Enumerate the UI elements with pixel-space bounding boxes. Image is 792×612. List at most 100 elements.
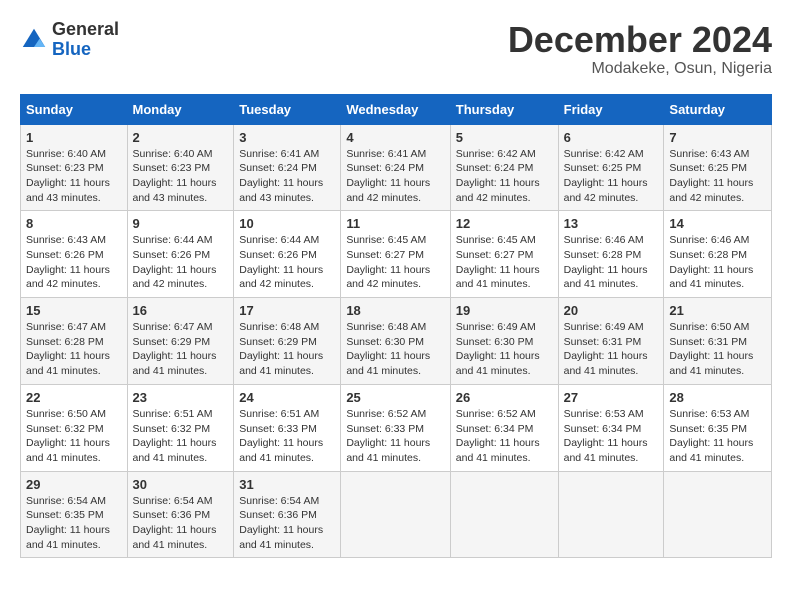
calendar-cell: 19 Sunrise: 6:49 AM Sunset: 6:30 PM Dayl… [450, 298, 558, 385]
calendar-week-3: 15 Sunrise: 6:47 AM Sunset: 6:28 PM Dayl… [21, 298, 772, 385]
calendar-cell [558, 471, 664, 558]
day-number: 29 [26, 477, 122, 492]
day-info: Sunrise: 6:53 AM Sunset: 6:35 PM Dayligh… [669, 407, 766, 466]
calendar-cell [341, 471, 450, 558]
header-monday: Monday [127, 94, 234, 124]
day-number: 22 [26, 390, 122, 405]
calendar-cell [664, 471, 772, 558]
day-info: Sunrise: 6:52 AM Sunset: 6:34 PM Dayligh… [456, 407, 553, 466]
day-number: 10 [239, 216, 335, 231]
day-number: 19 [456, 303, 553, 318]
day-number: 3 [239, 130, 335, 145]
day-number: 13 [564, 216, 659, 231]
day-info: Sunrise: 6:40 AM Sunset: 6:23 PM Dayligh… [133, 147, 229, 206]
day-info: Sunrise: 6:54 AM Sunset: 6:35 PM Dayligh… [26, 494, 122, 553]
logo-icon [20, 26, 48, 54]
calendar-cell: 12 Sunrise: 6:45 AM Sunset: 6:27 PM Dayl… [450, 211, 558, 298]
day-number: 24 [239, 390, 335, 405]
location: Modakeke, Osun, Nigeria [508, 60, 772, 78]
day-info: Sunrise: 6:49 AM Sunset: 6:30 PM Dayligh… [456, 320, 553, 379]
calendar-week-1: 1 Sunrise: 6:40 AM Sunset: 6:23 PM Dayli… [21, 124, 772, 211]
day-info: Sunrise: 6:44 AM Sunset: 6:26 PM Dayligh… [133, 233, 229, 292]
day-number: 28 [669, 390, 766, 405]
day-number: 4 [346, 130, 444, 145]
day-info: Sunrise: 6:51 AM Sunset: 6:33 PM Dayligh… [239, 407, 335, 466]
day-number: 21 [669, 303, 766, 318]
calendar-cell: 29 Sunrise: 6:54 AM Sunset: 6:35 PM Dayl… [21, 471, 128, 558]
day-info: Sunrise: 6:48 AM Sunset: 6:29 PM Dayligh… [239, 320, 335, 379]
calendar-cell: 18 Sunrise: 6:48 AM Sunset: 6:30 PM Dayl… [341, 298, 450, 385]
calendar-cell: 14 Sunrise: 6:46 AM Sunset: 6:28 PM Dayl… [664, 211, 772, 298]
day-info: Sunrise: 6:43 AM Sunset: 6:25 PM Dayligh… [669, 147, 766, 206]
page-header: General Blue December 2024 Modakeke, Osu… [20, 20, 772, 78]
logo-blue-text: Blue [52, 39, 91, 59]
calendar-week-4: 22 Sunrise: 6:50 AM Sunset: 6:32 PM Dayl… [21, 384, 772, 471]
calendar-week-2: 8 Sunrise: 6:43 AM Sunset: 6:26 PM Dayli… [21, 211, 772, 298]
header-wednesday: Wednesday [341, 94, 450, 124]
calendar-cell: 20 Sunrise: 6:49 AM Sunset: 6:31 PM Dayl… [558, 298, 664, 385]
day-number: 25 [346, 390, 444, 405]
logo: General Blue [20, 20, 119, 60]
day-info: Sunrise: 6:47 AM Sunset: 6:29 PM Dayligh… [133, 320, 229, 379]
calendar-cell: 28 Sunrise: 6:53 AM Sunset: 6:35 PM Dayl… [664, 384, 772, 471]
day-number: 1 [26, 130, 122, 145]
day-info: Sunrise: 6:40 AM Sunset: 6:23 PM Dayligh… [26, 147, 122, 206]
day-number: 12 [456, 216, 553, 231]
day-number: 17 [239, 303, 335, 318]
calendar-cell: 30 Sunrise: 6:54 AM Sunset: 6:36 PM Dayl… [127, 471, 234, 558]
calendar-cell: 3 Sunrise: 6:41 AM Sunset: 6:24 PM Dayli… [234, 124, 341, 211]
day-info: Sunrise: 6:41 AM Sunset: 6:24 PM Dayligh… [346, 147, 444, 206]
calendar-cell: 16 Sunrise: 6:47 AM Sunset: 6:29 PM Dayl… [127, 298, 234, 385]
calendar-cell: 17 Sunrise: 6:48 AM Sunset: 6:29 PM Dayl… [234, 298, 341, 385]
calendar-cell: 5 Sunrise: 6:42 AM Sunset: 6:24 PM Dayli… [450, 124, 558, 211]
day-number: 23 [133, 390, 229, 405]
day-info: Sunrise: 6:42 AM Sunset: 6:24 PM Dayligh… [456, 147, 553, 206]
day-info: Sunrise: 6:49 AM Sunset: 6:31 PM Dayligh… [564, 320, 659, 379]
day-info: Sunrise: 6:46 AM Sunset: 6:28 PM Dayligh… [669, 233, 766, 292]
day-info: Sunrise: 6:44 AM Sunset: 6:26 PM Dayligh… [239, 233, 335, 292]
title-section: December 2024 Modakeke, Osun, Nigeria [508, 20, 772, 78]
calendar-cell: 10 Sunrise: 6:44 AM Sunset: 6:26 PM Dayl… [234, 211, 341, 298]
calendar-cell: 22 Sunrise: 6:50 AM Sunset: 6:32 PM Dayl… [21, 384, 128, 471]
day-number: 16 [133, 303, 229, 318]
calendar-cell [450, 471, 558, 558]
day-number: 14 [669, 216, 766, 231]
day-info: Sunrise: 6:50 AM Sunset: 6:32 PM Dayligh… [26, 407, 122, 466]
calendar-cell: 11 Sunrise: 6:45 AM Sunset: 6:27 PM Dayl… [341, 211, 450, 298]
calendar-cell: 23 Sunrise: 6:51 AM Sunset: 6:32 PM Dayl… [127, 384, 234, 471]
day-info: Sunrise: 6:54 AM Sunset: 6:36 PM Dayligh… [133, 494, 229, 553]
calendar-cell: 25 Sunrise: 6:52 AM Sunset: 6:33 PM Dayl… [341, 384, 450, 471]
day-number: 20 [564, 303, 659, 318]
day-info: Sunrise: 6:45 AM Sunset: 6:27 PM Dayligh… [456, 233, 553, 292]
calendar-cell: 8 Sunrise: 6:43 AM Sunset: 6:26 PM Dayli… [21, 211, 128, 298]
day-number: 8 [26, 216, 122, 231]
header-saturday: Saturday [664, 94, 772, 124]
day-number: 11 [346, 216, 444, 231]
day-info: Sunrise: 6:53 AM Sunset: 6:34 PM Dayligh… [564, 407, 659, 466]
day-info: Sunrise: 6:50 AM Sunset: 6:31 PM Dayligh… [669, 320, 766, 379]
day-info: Sunrise: 6:54 AM Sunset: 6:36 PM Dayligh… [239, 494, 335, 553]
day-number: 31 [239, 477, 335, 492]
day-info: Sunrise: 6:46 AM Sunset: 6:28 PM Dayligh… [564, 233, 659, 292]
calendar-cell: 21 Sunrise: 6:50 AM Sunset: 6:31 PM Dayl… [664, 298, 772, 385]
day-number: 30 [133, 477, 229, 492]
calendar-cell: 26 Sunrise: 6:52 AM Sunset: 6:34 PM Dayl… [450, 384, 558, 471]
header-tuesday: Tuesday [234, 94, 341, 124]
calendar-cell: 15 Sunrise: 6:47 AM Sunset: 6:28 PM Dayl… [21, 298, 128, 385]
calendar-cell: 27 Sunrise: 6:53 AM Sunset: 6:34 PM Dayl… [558, 384, 664, 471]
day-info: Sunrise: 6:51 AM Sunset: 6:32 PM Dayligh… [133, 407, 229, 466]
day-number: 15 [26, 303, 122, 318]
calendar-week-5: 29 Sunrise: 6:54 AM Sunset: 6:35 PM Dayl… [21, 471, 772, 558]
calendar-cell: 2 Sunrise: 6:40 AM Sunset: 6:23 PM Dayli… [127, 124, 234, 211]
day-number: 18 [346, 303, 444, 318]
calendar-cell: 31 Sunrise: 6:54 AM Sunset: 6:36 PM Dayl… [234, 471, 341, 558]
logo-general-text: General [52, 19, 119, 39]
day-info: Sunrise: 6:45 AM Sunset: 6:27 PM Dayligh… [346, 233, 444, 292]
calendar-cell: 1 Sunrise: 6:40 AM Sunset: 6:23 PM Dayli… [21, 124, 128, 211]
header-sunday: Sunday [21, 94, 128, 124]
day-info: Sunrise: 6:52 AM Sunset: 6:33 PM Dayligh… [346, 407, 444, 466]
day-number: 9 [133, 216, 229, 231]
day-info: Sunrise: 6:47 AM Sunset: 6:28 PM Dayligh… [26, 320, 122, 379]
day-number: 26 [456, 390, 553, 405]
calendar-cell: 24 Sunrise: 6:51 AM Sunset: 6:33 PM Dayl… [234, 384, 341, 471]
